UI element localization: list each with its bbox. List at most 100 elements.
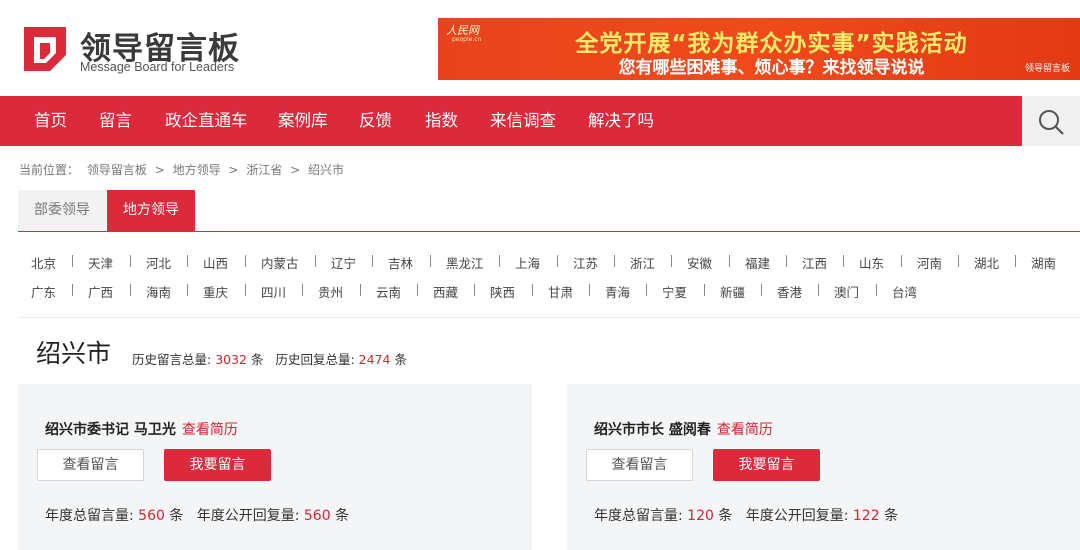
region-anhui[interactable]: 安徽 [687,253,712,272]
nav-item-enterprise[interactable]: 政企直通车 [165,96,248,146]
campaign-banner[interactable]: 人民网 people.cn 全党开展“我为群众办实事”实践活动 您有哪些困难事、… [438,18,1080,80]
region-divider [130,255,131,267]
region-macau[interactable]: 澳门 [834,282,859,301]
region-divider [474,284,475,296]
region-guizhou[interactable]: 贵州 [318,282,343,301]
year-total-unit: 条 [169,508,184,524]
region-shaanxi[interactable]: 陕西 [490,282,515,301]
region-chongqing[interactable]: 重庆 [203,282,228,301]
region-divider [704,284,705,296]
breadcrumb-separator: > [290,163,301,177]
nav-item-home[interactable]: 首页 [34,96,67,146]
logo-mark-icon [24,27,66,71]
region-jiangsu[interactable]: 江苏 [573,253,598,272]
divider [18,317,1080,318]
nav-item-index[interactable]: 指数 [425,96,458,146]
region-jiangxi[interactable]: 江西 [802,253,827,272]
region-guangdong[interactable]: 广东 [31,282,56,301]
view-resume-link[interactable]: 查看简历 [717,422,773,438]
city-stats: 历史留言总量: 3032 条 历史回复总量: 2474 条 [132,349,407,368]
region-shanxi[interactable]: 山西 [203,253,228,272]
region-xinjiang[interactable]: 新疆 [720,282,745,301]
region-divider [245,284,246,296]
nav-item-survey[interactable]: 来信调查 [490,96,556,146]
region-divider [614,255,615,267]
city-reply-label: 历史回复总量: [275,352,355,367]
region-gansu[interactable]: 甘肃 [548,282,573,301]
leader-stats: 年度总留言量: 560 条 年度公开回复量: 560 条 [45,505,349,525]
region-liaoning[interactable]: 辽宁 [331,253,356,272]
view-resume-link[interactable]: 查看简历 [182,422,238,438]
nav-item-resolved[interactable]: 解决了吗 [588,96,654,146]
region-divider [187,255,188,267]
year-total-value: 560 [138,508,165,524]
region-divider [671,255,672,267]
main-nav: 首页 留言 政企直通车 案例库 反馈 指数 来信调查 解决了吗 [0,96,1080,146]
region-heilongjiang[interactable]: 黑龙江 [446,253,484,272]
logo-subtitle: Message Board for Leaders [80,60,235,74]
region-qinghai[interactable]: 青海 [605,282,630,301]
region-divider [876,284,877,296]
region-yunnan[interactable]: 云南 [376,282,401,301]
leader-card-secretary: 绍兴市委书记 马卫光 查看简历 查看留言 我要留言 年度总留言量: 560 条 年… [18,384,532,550]
year-total-unit: 条 [718,508,733,524]
city-total-unit: 条 [251,352,264,367]
region-zhejiang[interactable]: 浙江 [630,253,655,272]
region-beijing[interactable]: 北京 [31,253,56,272]
region-hongkong[interactable]: 香港 [777,282,802,301]
region-divider [557,255,558,267]
breadcrumb-item-city: 绍兴市 [308,163,345,177]
leave-message-button[interactable]: 我要留言 [164,449,271,481]
region-shandong[interactable]: 山东 [859,253,884,272]
year-reply-unit: 条 [884,508,899,524]
region-hubei[interactable]: 湖北 [974,253,999,272]
region-hebei[interactable]: 河北 [146,253,171,272]
view-messages-button[interactable]: 查看留言 [586,449,693,481]
breadcrumb-item-local[interactable]: 地方领导 [173,163,221,177]
region-divider [729,255,730,267]
search-button[interactable] [1022,96,1080,146]
region-neimenggu[interactable]: 内蒙古 [261,253,299,272]
region-guangxi[interactable]: 广西 [88,282,113,301]
region-divider [72,255,73,267]
year-reply-unit: 条 [335,508,350,524]
search-icon [1039,110,1064,135]
site-logo[interactable]: 领导留言板 Message Board for Leaders [20,23,260,75]
leader-card-mayor: 绍兴市市长 盛阅春 查看简历 查看留言 我要留言 年度总留言量: 120 条 年度… [567,384,1080,550]
region-divider [130,284,131,296]
region-shanghai[interactable]: 上海 [515,253,540,272]
region-divider [430,255,431,267]
nav-item-messages[interactable]: 留言 [99,96,132,146]
region-hunan[interactable]: 湖南 [1031,253,1056,272]
year-reply-label: 年度公开回复量: [745,508,849,524]
region-fujian[interactable]: 福建 [745,253,770,272]
leader-title-row: 绍兴市委书记 马卫光 查看简历 [45,419,238,439]
region-tianjin[interactable]: 天津 [88,253,113,272]
region-divider [372,255,373,267]
nav-item-cases[interactable]: 案例库 [278,96,328,146]
region-divider [646,284,647,296]
breadcrumb-item-board[interactable]: 领导留言板 [87,163,147,177]
banner-subline: 您有哪些困难事、烦心事？来找领导说说 [618,58,925,78]
nav-item-feedback[interactable]: 反馈 [359,96,392,146]
region-xizang[interactable]: 西藏 [433,282,458,301]
region-divider [786,255,787,267]
region-divider [958,255,959,267]
tab-ministry-leaders[interactable]: 部委领导 [18,190,106,231]
leader-stats: 年度总留言量: 120 条 年度公开回复量: 122 条 [594,505,898,525]
region-ningxia[interactable]: 宁夏 [662,282,687,301]
breadcrumb-item-province[interactable]: 浙江省 [246,163,282,177]
region-sichuan[interactable]: 四川 [261,282,286,301]
leave-message-button[interactable]: 我要留言 [713,449,820,481]
region-taiwan[interactable]: 台湾 [892,282,917,301]
region-hainan[interactable]: 海南 [146,282,171,301]
region-divider [818,284,819,296]
region-henan[interactable]: 河南 [917,253,942,272]
tab-local-leaders[interactable]: 地方领导 [107,190,195,231]
leader-name: 绍兴市市长 盛阅春 [594,422,711,438]
region-divider [532,284,533,296]
region-jilin[interactable]: 吉林 [388,253,413,272]
region-divider [901,255,902,267]
breadcrumb-separator: > [154,163,165,177]
view-messages-button[interactable]: 查看留言 [37,449,144,481]
